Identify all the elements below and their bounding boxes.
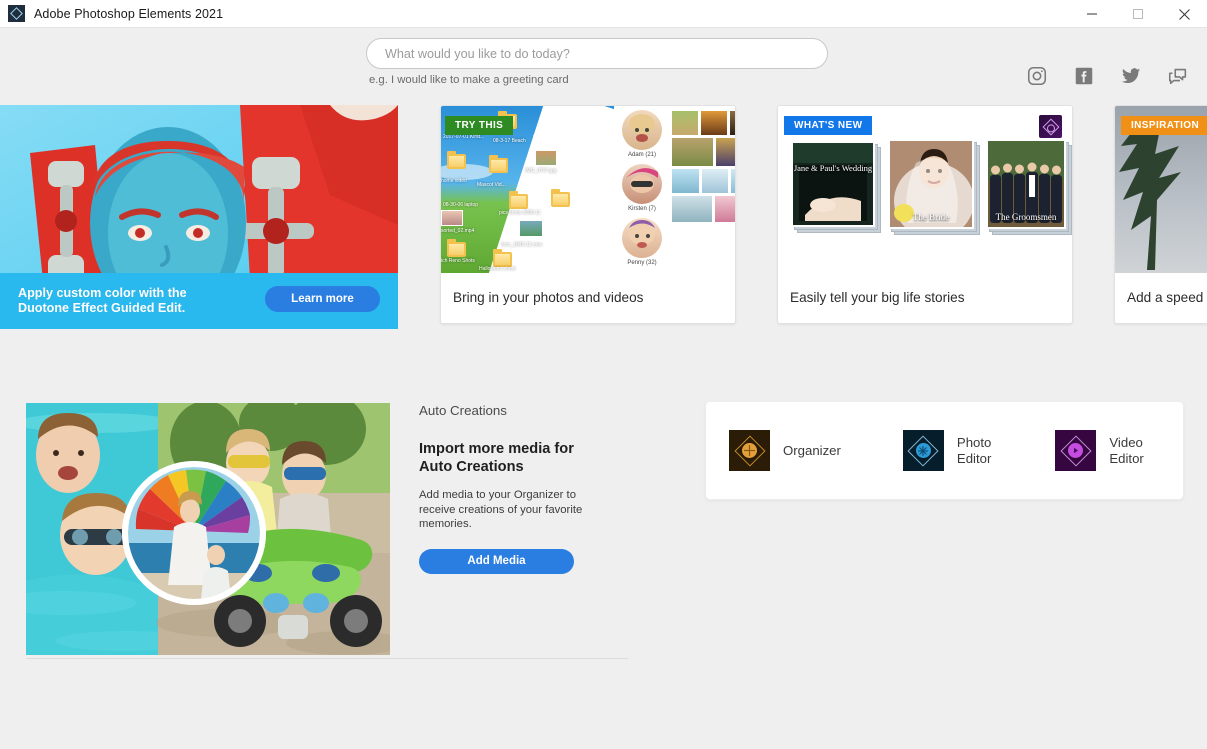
hero-caption-line2: Duotone Effect Guided Edit. bbox=[18, 301, 186, 315]
collage-image bbox=[26, 403, 390, 655]
photo-stack-label: Jane & Paul's Wedding bbox=[793, 163, 873, 173]
window-title: Adobe Photoshop Elements 2021 bbox=[34, 6, 224, 21]
card-title: Bring in your photos and videos bbox=[453, 289, 644, 305]
hero-caption-line1: Apply custom color with the bbox=[18, 285, 187, 300]
search-input[interactable] bbox=[366, 38, 828, 69]
launcher-item-video-editor[interactable]: Video Editor bbox=[1055, 430, 1144, 471]
facebook-icon[interactable] bbox=[1073, 65, 1095, 87]
people-and-thumbs: Adam (21) Kirsten (7) Penny (32) bbox=[614, 106, 735, 273]
auto-creations-eyebrow: Auto Creations bbox=[419, 403, 507, 418]
hero-caption-bar: Apply custom color with the Duotone Effe… bbox=[0, 273, 398, 329]
video-editor-app-icon bbox=[1055, 430, 1097, 471]
auto-creations-heading: Import more media for Auto Creations bbox=[419, 440, 649, 476]
instagram-icon[interactable] bbox=[1026, 65, 1048, 87]
photo-editor-app-icon bbox=[902, 430, 944, 471]
card-bring-in-photos[interactable]: 2017-07-01 Kirst... 08-3-17 Beach IMG_07… bbox=[440, 105, 736, 324]
person-entry: Adam (21) bbox=[616, 110, 668, 158]
auto-creations-collage[interactable] bbox=[26, 403, 390, 655]
auto-creations-body: Add media to your Organizer to receive c… bbox=[419, 489, 583, 530]
photo-stack: The Bride bbox=[888, 139, 980, 235]
photo-stack: Jane & Paul's Wedding bbox=[791, 141, 881, 233]
feature-card-row: Apply custom color with the Duotone Effe… bbox=[0, 105, 1207, 329]
learn-more-button[interactable]: Learn more bbox=[265, 286, 380, 312]
person-name: Adam (21) bbox=[627, 152, 656, 158]
add-media-button[interactable]: Add Media bbox=[419, 548, 574, 574]
photo-stack-label: The Groomsmen bbox=[995, 212, 1057, 222]
organizer-app-icon bbox=[729, 430, 770, 471]
person-name: Penny (32) bbox=[627, 260, 657, 266]
social-links bbox=[1026, 65, 1189, 87]
photoshop-elements-logo bbox=[8, 5, 25, 22]
card-speed-effect[interactable]: INSPIRATION Add a speed e bbox=[1114, 105, 1207, 324]
maximize-icon[interactable] bbox=[1115, 0, 1161, 28]
auto-creations-text: Auto Creations Import more media for Aut… bbox=[419, 403, 649, 574]
launcher-label-video-editor: Video Editor bbox=[1109, 434, 1144, 466]
app-launcher-panel: Organizer Photo Editor Video Editor bbox=[705, 401, 1184, 500]
pine-tree-graphic bbox=[1119, 120, 1181, 270]
search-hint: e.g. I would like to make a greeting car… bbox=[369, 74, 569, 86]
minimize-icon[interactable] bbox=[1069, 0, 1115, 28]
hero-banner[interactable]: Apply custom color with the Duotone Effe… bbox=[0, 105, 398, 329]
launcher-item-organizer[interactable]: Organizer bbox=[729, 430, 841, 471]
auto-creations-heading-line2: Auto Creations bbox=[419, 459, 524, 475]
twitter-icon[interactable] bbox=[1120, 65, 1142, 87]
card-life-stories[interactable]: Jane & Paul's Wedding The Bride The Groo… bbox=[777, 105, 1073, 324]
title-bar: Adobe Photoshop Elements 2021 bbox=[0, 0, 1207, 28]
photo-stack: The Groomsmen bbox=[986, 139, 1072, 235]
launcher-label-photo-editor: Photo Editor bbox=[956, 434, 992, 466]
header-bar: e.g. I would like to make a greeting car… bbox=[0, 28, 1207, 106]
launcher-item-photo-editor[interactable]: Photo Editor bbox=[902, 430, 992, 471]
elements-logo-icon bbox=[1039, 115, 1062, 138]
window-controls bbox=[1069, 0, 1207, 28]
search-area: e.g. I would like to make a greeting car… bbox=[366, 38, 828, 86]
hero-caption: Apply custom color with the Duotone Effe… bbox=[18, 286, 187, 317]
feedback-icon[interactable] bbox=[1167, 65, 1189, 87]
photo-stack-label: The Bride bbox=[912, 212, 950, 222]
card-title: Add a speed e bbox=[1127, 289, 1207, 305]
section-divider bbox=[26, 658, 628, 659]
card-badge: WHAT'S NEW bbox=[784, 116, 873, 135]
card-badge: INSPIRATION bbox=[1121, 116, 1207, 135]
close-icon[interactable] bbox=[1161, 0, 1207, 28]
person-entry: Penny (32) bbox=[616, 218, 668, 266]
person-entry: Kirsten (7) bbox=[616, 164, 668, 212]
person-name: Kirsten (7) bbox=[628, 206, 656, 212]
auto-creations-heading-line1: Import more media for bbox=[419, 441, 574, 457]
card-badge: TRY THIS bbox=[445, 116, 514, 135]
launcher-label-organizer: Organizer bbox=[783, 442, 841, 458]
card-title: Easily tell your big life stories bbox=[790, 289, 965, 305]
